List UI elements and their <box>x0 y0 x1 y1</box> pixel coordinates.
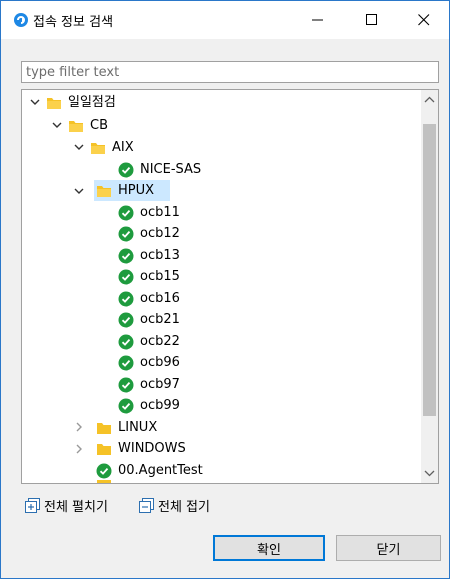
maximize-button[interactable] <box>349 1 395 39</box>
tree-node-label: ocb96 <box>140 355 180 370</box>
tree-node-label: NICE-SAS <box>140 162 202 177</box>
ok-button[interactable]: 확인 <box>213 535 325 561</box>
tree-node-label: ocb13 <box>140 248 180 263</box>
check-circle-icon <box>118 162 134 177</box>
check-circle-icon <box>118 312 134 327</box>
check-circle-icon <box>118 269 134 284</box>
app-icon <box>14 13 28 27</box>
minimize-button[interactable] <box>295 1 341 39</box>
folder-icon <box>97 422 111 434</box>
collapse-all-label: 전체 접기 <box>158 500 210 515</box>
close-window-button[interactable] <box>401 1 447 39</box>
vertical-scrollbar[interactable] <box>421 90 438 483</box>
check-circle-icon <box>118 377 134 392</box>
tree-node-aix[interactable]: AIX <box>90 137 134 158</box>
tree-node-linux[interactable]: LINUX <box>96 417 157 438</box>
tree-node-label: ocb11 <box>140 205 180 220</box>
scroll-up-icon[interactable] <box>424 96 435 104</box>
folder-icon <box>97 480 111 483</box>
collapse-all-icon <box>139 498 154 513</box>
chevron-down-icon[interactable] <box>52 120 62 130</box>
tree-node-label: 00.AgentTest <box>118 463 203 478</box>
check-circle-icon <box>96 463 112 478</box>
tree-node-label: ocb15 <box>140 269 180 284</box>
check-circle-icon <box>118 398 134 413</box>
tree-node-server[interactable]: ocb11 <box>118 202 180 223</box>
tree-node-label: ocb12 <box>140 226 180 241</box>
minimize-icon <box>312 19 323 21</box>
tree-node-label: HPUX <box>118 183 155 198</box>
scroll-down-icon[interactable] <box>424 469 435 477</box>
chevron-right-icon[interactable] <box>74 444 84 454</box>
expand-all-label: 전체 펼치기 <box>44 500 108 515</box>
tree-node-label: WINDOWS <box>118 441 186 456</box>
connection-tree[interactable]: 일일점검 CB AIX NICE-SAS HPUX ocb11 ocb12 oc… <box>21 89 439 484</box>
folder-open-icon <box>97 185 111 197</box>
check-circle-icon <box>118 291 134 306</box>
filter-input[interactable] <box>21 61 439 83</box>
tree-node-label: CB <box>90 118 108 133</box>
tree-node-server[interactable]: ocb99 <box>118 395 180 416</box>
tree-node-server[interactable]: ocb22 <box>118 331 180 352</box>
folder-open-icon <box>69 120 83 132</box>
tree-node-server[interactable]: ocb21 <box>118 309 180 330</box>
tree-node-nice-sas[interactable]: NICE-SAS <box>118 159 201 180</box>
check-circle-icon <box>118 248 134 263</box>
check-circle-icon <box>118 226 134 241</box>
folder-open-icon <box>47 97 61 109</box>
maximize-icon <box>366 14 377 25</box>
close-icon <box>418 14 430 26</box>
tree-node-label: AIX <box>112 140 134 155</box>
title-bar: 접속 정보 검색 <box>1 1 449 39</box>
tree-node-agent-test[interactable]: 00.AgentTest <box>96 460 203 481</box>
tree-node-root[interactable]: 일일점검 <box>46 92 116 113</box>
folder-open-icon <box>91 142 105 154</box>
tree-node-label: LINUX <box>118 420 158 435</box>
folder-icon <box>97 443 111 455</box>
chevron-down-icon[interactable] <box>30 97 40 107</box>
check-circle-icon <box>118 334 134 349</box>
check-circle-icon <box>118 205 134 220</box>
expand-all-icon <box>25 498 40 513</box>
tree-node-windows[interactable]: WINDOWS <box>96 438 186 459</box>
check-circle-icon <box>118 355 134 370</box>
tree-node-server[interactable]: ocb97 <box>118 374 180 395</box>
tree-node-label: ocb16 <box>140 291 180 306</box>
chevron-down-icon[interactable] <box>74 186 84 196</box>
tree-node-label: ocb22 <box>140 334 180 349</box>
tree-node-hpux[interactable]: HPUX <box>96 180 154 201</box>
tree-node-label: ocb21 <box>140 312 180 327</box>
chevron-down-icon[interactable] <box>74 142 84 152</box>
tree-node-server[interactable]: ocb16 <box>118 288 180 309</box>
tree-node-server[interactable]: ocb96 <box>118 352 180 373</box>
tree-node-label: ocb99 <box>140 398 180 413</box>
scrollbar-thumb[interactable] <box>423 124 436 416</box>
tree-node-server[interactable]: ocb12 <box>118 223 180 244</box>
tree-node-server[interactable]: ocb15 <box>118 266 180 287</box>
tree-node-server[interactable]: ocb13 <box>118 245 180 266</box>
chevron-right-icon[interactable] <box>74 422 84 432</box>
tree-node-label: ocb97 <box>140 377 180 392</box>
close-button[interactable]: 닫기 <box>336 535 441 561</box>
window-title: 접속 정보 검색 <box>33 15 114 30</box>
tree-node-label: 일일점검 <box>68 95 116 110</box>
expand-all-button[interactable]: 전체 펼치기 <box>25 496 108 515</box>
tree-node-cb[interactable]: CB <box>68 115 108 136</box>
search-dialog: 접속 정보 검색 일일점검 CB AIX <box>0 0 450 579</box>
collapse-all-button[interactable]: 전체 접기 <box>139 496 210 515</box>
